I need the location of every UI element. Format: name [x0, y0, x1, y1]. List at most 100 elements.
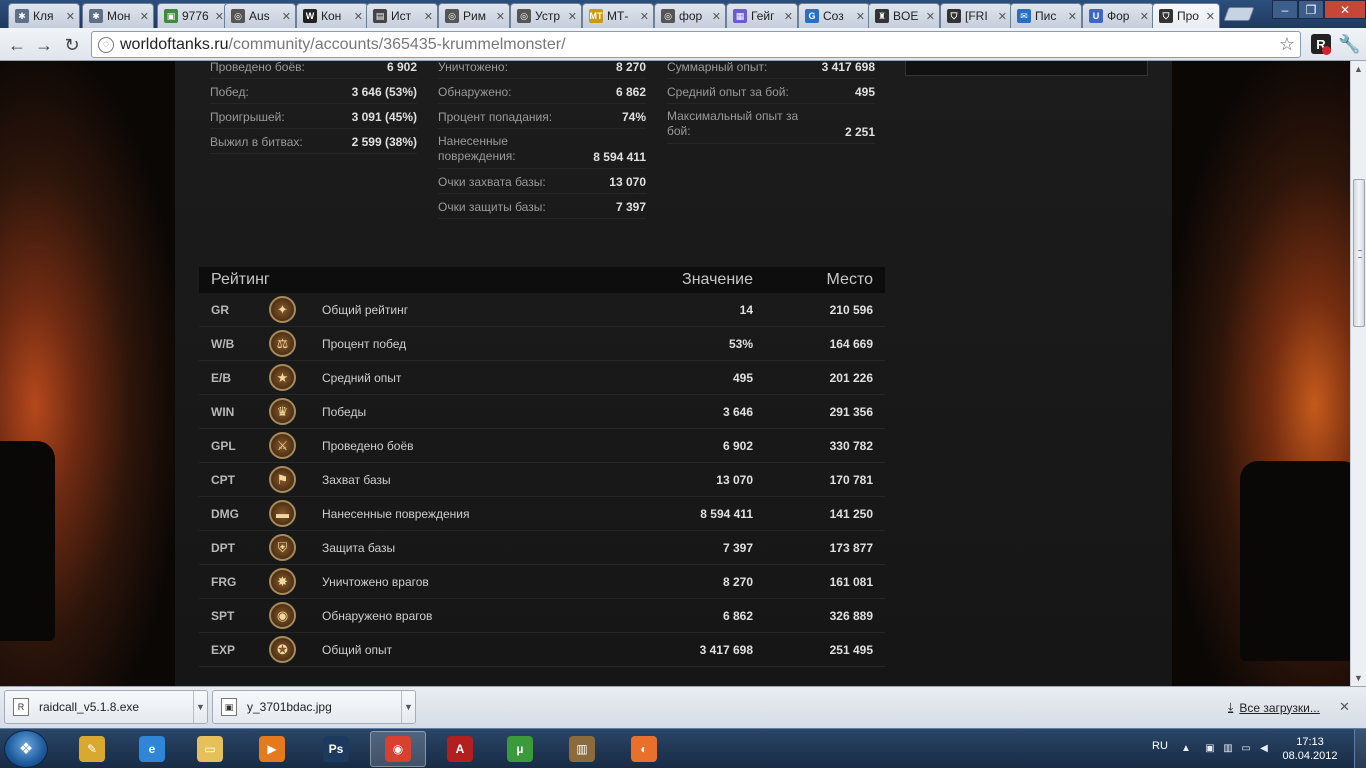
download-arrow-icon: ⤓	[1228, 700, 1234, 714]
extension-badge	[1322, 46, 1331, 55]
close-tab-icon[interactable]: ✕	[712, 10, 721, 23]
close-tab-icon[interactable]: ✕	[1068, 10, 1077, 23]
rating-code: DMG	[211, 506, 239, 521]
show-all-downloads-link[interactable]: ⤓ Все загрузки...	[1228, 700, 1320, 715]
download-item[interactable]: ▣ y_3701bdac.jpg ▼	[212, 690, 416, 724]
reload-icon[interactable]: ↻	[61, 34, 83, 56]
browser-tab[interactable]: W Кон ✕	[296, 3, 368, 28]
start-button[interactable]: ❖	[4, 730, 48, 768]
download-menu-arrow-icon[interactable]: ▼	[401, 691, 415, 723]
rating-place: 210 596	[829, 302, 873, 317]
tray-app-icon[interactable]: ▣	[1204, 742, 1216, 754]
browser-tab[interactable]: ✉ Пис ✕	[1010, 3, 1082, 28]
browser-tab[interactable]: ◎ фор ✕	[654, 3, 726, 28]
browser-tab[interactable]: ▦ Гейг ✕	[726, 3, 798, 28]
minimize-button[interactable]: –	[1272, 0, 1298, 19]
browser-tab[interactable]: ▤ Ист ✕	[366, 3, 438, 28]
shield-icon: ⛉	[947, 9, 961, 23]
bookmark-star-icon[interactable]: ☆	[1279, 34, 1295, 55]
close-tab-icon[interactable]: ✕	[140, 10, 149, 23]
taskbar-app-button[interactable]: ▭	[182, 731, 238, 767]
scroll-up-arrow-icon[interactable]: ▲	[1354, 64, 1363, 74]
close-tab-icon[interactable]: ✕	[568, 10, 577, 23]
wrench-menu-icon[interactable]: 🔧	[1338, 34, 1360, 55]
vertical-scrollbar[interactable]: ▲ ▼	[1350, 61, 1366, 686]
rating-name: Общий рейтинг	[322, 302, 409, 317]
rating-value: 3 417 698	[699, 642, 753, 657]
download-item[interactable]: R raidcall_v5.1.8.exe ▼	[4, 690, 208, 724]
browser-tab[interactable]: ◎ Aus ✕	[224, 3, 296, 28]
close-tab-icon[interactable]: ✕	[1140, 10, 1149, 23]
stat-label: Очки защиты базы:	[438, 199, 546, 214]
close-tab-icon[interactable]: ✕	[354, 10, 363, 23]
trophy-icon: ♛	[269, 398, 296, 425]
crossed-swords-icon: ⚔	[269, 432, 296, 459]
rating-code: W/B	[211, 336, 235, 351]
taskbar-app-button[interactable]: A	[432, 731, 488, 767]
browser-tab[interactable]: U Фор ✕	[1082, 3, 1154, 28]
taskbar-app-button[interactable]: ◐	[616, 731, 672, 767]
puzzle-icon: ✱	[89, 9, 103, 23]
close-tab-icon[interactable]: ✕	[640, 10, 649, 23]
taskbar-app-button[interactable]: e	[124, 731, 180, 767]
close-tab-icon[interactable]: ✕	[496, 10, 505, 23]
taskbar-app-button[interactable]: ▶	[244, 731, 300, 767]
close-downloads-icon[interactable]: ✕	[1339, 699, 1350, 715]
network-icon[interactable]: ▥	[1222, 742, 1234, 754]
url-text[interactable]: worldoftanks.ru/community/accounts/36543…	[120, 36, 566, 54]
rating-place: 326 889	[829, 608, 873, 623]
taskbar-app-button[interactable]: µ	[492, 731, 548, 767]
rating-place: 161 081	[829, 574, 873, 589]
browser-tab[interactable]: ⛉ Про ✕	[1152, 3, 1220, 28]
close-tab-icon[interactable]: ✕	[926, 10, 935, 23]
close-tab-icon[interactable]: ✕	[282, 10, 291, 23]
close-tab-icon[interactable]: ✕	[215, 10, 224, 23]
download-menu-arrow-icon[interactable]: ▼	[193, 691, 207, 723]
rating-place: 251 495	[829, 642, 873, 657]
browser-tab[interactable]: ◎ Рим ✕	[438, 3, 510, 28]
rating-value: 13 070	[716, 472, 753, 487]
back-arrow-icon[interactable]: ←	[6, 34, 28, 56]
show-desktop-button[interactable]	[1354, 729, 1366, 768]
taskbar-app-button[interactable]: ▥	[554, 731, 610, 767]
taskbar-app-button[interactable]: Ps	[308, 731, 364, 767]
stat-label: Средний опыт за бой:	[667, 84, 789, 99]
taskbar-app-button[interactable]: ◉	[370, 731, 426, 767]
stat-label: Процент попадания:	[438, 109, 553, 124]
close-tab-icon[interactable]: ✕	[856, 10, 865, 23]
browser-tab[interactable]: ⛉ [FRI ✕	[940, 3, 1012, 28]
browser-tab[interactable]: ✱ Кля ✕	[8, 3, 80, 28]
system-clock[interactable]: 17:13 08.04.2012	[1280, 735, 1340, 763]
explosion-icon: ✸	[269, 568, 296, 595]
close-window-button[interactable]: ✕	[1324, 0, 1366, 19]
taskbar-app-button[interactable]: ✎	[64, 731, 120, 767]
rating-name: Уничтожено врагов	[322, 574, 429, 589]
close-tab-icon[interactable]: ✕	[1206, 10, 1215, 23]
close-tab-icon[interactable]: ✕	[998, 10, 1007, 23]
close-tab-icon[interactable]: ✕	[424, 10, 433, 23]
close-tab-icon[interactable]: ✕	[784, 10, 793, 23]
volume-icon[interactable]: ◀	[1258, 742, 1270, 754]
browser-tab[interactable]: ▣ 9776 ✕	[157, 3, 229, 28]
browser-tab[interactable]: ◎ Устр ✕	[510, 3, 582, 28]
address-bar[interactable]: ◌ worldoftanks.ru/community/accounts/365…	[91, 31, 1301, 58]
windows-taskbar: ❖ RU ▲ ▣ ▥ ▭ ◀ 17:13 08.04.2012 ✎ e ▭ ▶ Ps ◉ A…	[0, 728, 1366, 768]
folder-icon: ▭	[197, 736, 223, 762]
new-tab-button[interactable]	[1223, 7, 1255, 21]
tray-arrow-icon[interactable]: ▲	[1180, 742, 1192, 754]
language-indicator[interactable]: RU	[1152, 740, 1168, 752]
browser-tab[interactable]: ♜ BOE ✕	[868, 3, 940, 28]
rating-place: 170 781	[829, 472, 873, 487]
close-tab-icon[interactable]: ✕	[66, 10, 75, 23]
battery-icon[interactable]: ▭	[1240, 742, 1252, 754]
stat-value: 3 091 (45%)	[351, 109, 417, 124]
browser-tab[interactable]: MT МТ- ✕	[582, 3, 654, 28]
globe-icon: ◎	[517, 9, 531, 23]
forward-arrow-icon[interactable]: →	[33, 34, 55, 56]
stat-value: 3 646 (53%)	[351, 84, 417, 99]
scroll-down-arrow-icon[interactable]: ▼	[1354, 673, 1363, 683]
browser-tab[interactable]: G Соз ✕	[798, 3, 870, 28]
scrollbar-thumb[interactable]	[1353, 179, 1365, 327]
maximize-button[interactable]: ❐	[1298, 0, 1324, 19]
browser-tab[interactable]: ✱ Мон ✕	[82, 3, 154, 28]
